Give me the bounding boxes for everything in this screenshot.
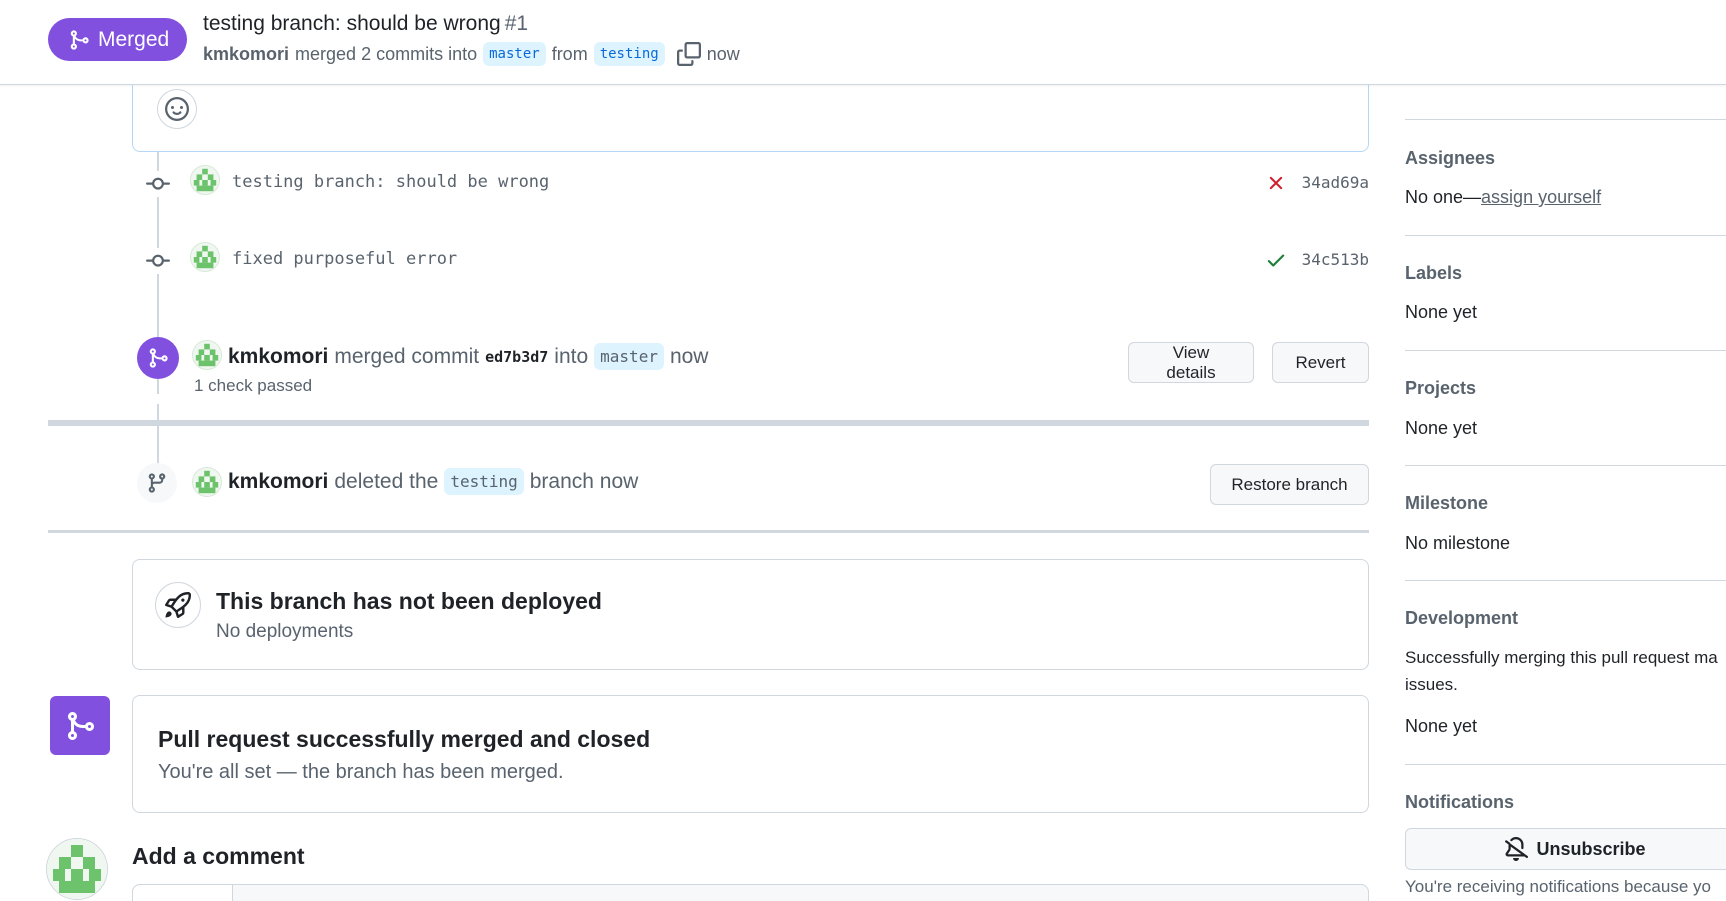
check-icon[interactable]: [1265, 249, 1287, 271]
sidebar-divider: [1405, 465, 1726, 466]
merge-event-text: kmkomori merged commit ed7b3d7 into mast…: [228, 343, 708, 370]
commit-sha-link[interactable]: 34c513b: [1302, 250, 1369, 269]
pr-state-label: Merged: [98, 27, 170, 51]
merged-status-badge: [50, 696, 110, 755]
deployment-status-box: This branch has not been deployed No dep…: [132, 559, 1369, 670]
commit-message-link[interactable]: testing branch: should be wrong: [232, 172, 549, 192]
commit-sha-link[interactable]: 34ad69a: [1302, 173, 1369, 192]
pr-author-link[interactable]: kmkomori: [203, 44, 289, 65]
delete-event-text: kmkomori deleted the testing branch now: [228, 468, 638, 495]
event-author-link[interactable]: kmkomori: [228, 470, 328, 494]
add-comment-heading: Add a comment: [132, 843, 305, 869]
assignees-value: No one—assign yourself: [1405, 187, 1601, 208]
event-action-text: merged commit: [334, 344, 480, 368]
head-branch-tag[interactable]: testing: [593, 42, 665, 66]
git-merge-icon: [147, 347, 169, 369]
commit-author-avatar[interactable]: [190, 242, 220, 272]
event-author-avatar[interactable]: [192, 467, 222, 497]
commit-row: testing branch: should be wrong 34ad69a: [132, 163, 1369, 203]
branch-deleted-event: kmkomori deleted the testing branch now …: [132, 458, 1369, 512]
assign-yourself-link[interactable]: assign yourself: [1481, 187, 1601, 207]
notifications-note: You're receiving notifications because y…: [1405, 877, 1711, 896]
merged-status-box: Pull request successfully merged and clo…: [132, 695, 1369, 813]
event-suffix-text: branch now: [529, 469, 639, 493]
milestone-value: No milestone: [1405, 533, 1511, 553]
sidebar-divider: [1405, 235, 1726, 236]
development-description-cont: issues.: [1405, 675, 1458, 694]
commit-author-avatar[interactable]: [190, 165, 220, 195]
sidebar-divider: [1405, 350, 1726, 351]
merged-event: kmkomori merged commit ed7b3d7 into mast…: [132, 330, 1369, 400]
pr-sticky-header: Merged testing branch: should be wrong #1…: [0, 0, 1726, 85]
milestone-heading[interactable]: Milestone: [1405, 493, 1488, 514]
sidebar-divider: [1405, 119, 1726, 120]
deployment-title: This branch has not been deployed: [216, 588, 602, 614]
pr-from-text: from: [551, 43, 588, 64]
sidebar-divider: [1405, 580, 1726, 581]
commit-node: [145, 248, 171, 274]
pr-time[interactable]: now: [707, 44, 740, 65]
pr-state-badge: Merged: [48, 18, 188, 61]
labels-value: None yet: [1405, 302, 1478, 322]
bell-slash-icon: [1505, 837, 1529, 861]
git-merge-icon: [64, 710, 96, 742]
merge-event-badge: [137, 337, 179, 379]
deployment-subtitle: No deployments: [216, 621, 354, 642]
base-branch-tag[interactable]: master: [483, 42, 546, 66]
timeline-divider: [48, 420, 1369, 426]
merged-status-title: Pull request successfully merged and clo…: [158, 726, 651, 752]
development-description: Successfully merging this pull request m…: [1405, 648, 1718, 667]
event-action-text: deleted the: [334, 469, 439, 493]
revert-button[interactable]: Revert: [1272, 342, 1369, 383]
event-author-avatar[interactable]: [192, 340, 222, 370]
git-branch-icon: [148, 473, 166, 493]
add-reaction-button[interactable]: [157, 89, 197, 129]
merge-commit-sha-link[interactable]: ed7b3d7: [485, 348, 548, 366]
unsubscribe-button[interactable]: Unsubscribe: [1405, 828, 1726, 870]
timeline-divider: [48, 530, 1369, 533]
development-heading[interactable]: Development: [1405, 608, 1518, 629]
restore-branch-button[interactable]: Restore branch: [1210, 464, 1369, 505]
unsubscribe-label: Unsubscribe: [1536, 838, 1646, 859]
git-merge-icon: [68, 29, 90, 51]
pr-merged-text: merged 2 commits into: [295, 43, 478, 64]
projects-value: None yet: [1405, 418, 1478, 438]
pr-title: testing branch: should be wrong #1: [203, 12, 528, 36]
into-text: into: [554, 344, 589, 368]
commit-row: fixed purposeful error 34c513b: [132, 240, 1369, 280]
git-commit-icon: [146, 249, 170, 273]
deployment-badge: [155, 582, 201, 628]
view-details-button[interactable]: View details: [1128, 342, 1254, 383]
assignees-heading[interactable]: Assignees: [1405, 148, 1495, 169]
pr-title-text: testing branch: should be wrong: [203, 12, 501, 35]
rocket-icon: [165, 592, 191, 618]
sidebar-divider: [1405, 764, 1726, 765]
commit-node: [145, 171, 171, 197]
comment-editor[interactable]: [132, 884, 1369, 901]
current-user-avatar[interactable]: [46, 838, 108, 900]
merged-status-subtitle: You're all set — the branch has been mer…: [158, 761, 564, 783]
labels-heading[interactable]: Labels: [1405, 263, 1462, 284]
deleted-branch-tag[interactable]: testing: [444, 468, 524, 495]
pr-meta: kmkomori merged 2 commits into master fr…: [203, 42, 740, 66]
pr-sidebar: Assignees No one—assign yourself Labels …: [1405, 0, 1726, 901]
smiley-icon: [165, 97, 189, 121]
assignees-none-text: No one—: [1405, 187, 1482, 207]
projects-heading[interactable]: Projects: [1405, 378, 1476, 399]
git-commit-icon: [146, 172, 170, 196]
x-icon[interactable]: [1265, 172, 1287, 194]
commit-message-link[interactable]: fixed purposeful error: [232, 249, 457, 269]
event-author-link[interactable]: kmkomori: [228, 345, 328, 369]
copy-icon[interactable]: [676, 42, 701, 66]
write-tab[interactable]: [132, 884, 233, 901]
notifications-heading: Notifications: [1405, 792, 1515, 812]
base-branch-tag[interactable]: master: [594, 343, 664, 370]
pr-number: #1: [504, 12, 529, 35]
branch-event-badge: [137, 463, 177, 503]
event-time[interactable]: now: [670, 345, 709, 369]
development-value: None yet: [1405, 716, 1478, 736]
checks-summary[interactable]: 1 check passed: [194, 376, 312, 396]
